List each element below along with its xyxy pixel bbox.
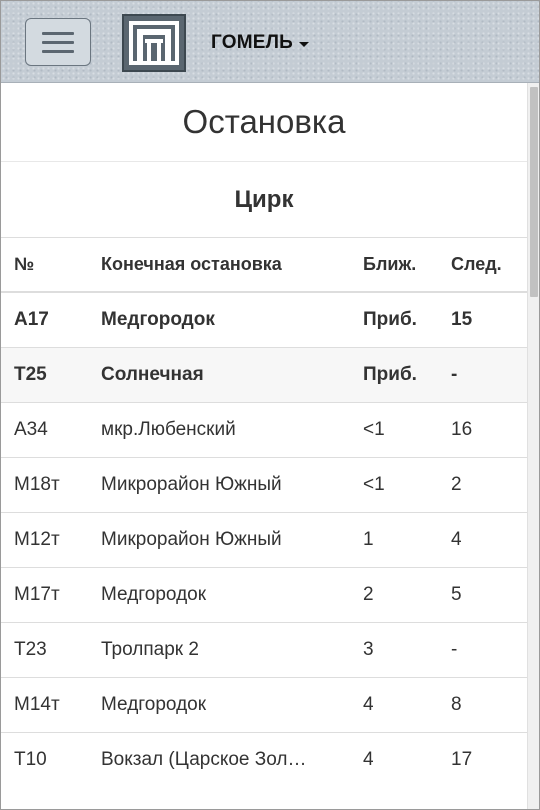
- arrivals-table: № Конечная остановка Ближ. След. А17 Мед…: [1, 238, 527, 787]
- following-arrival: 17: [438, 731, 527, 787]
- route-number: М18т: [1, 456, 88, 512]
- route-number: Т23: [1, 621, 88, 677]
- hamburger-menu-icon: [42, 31, 74, 35]
- top-navbar: ГОМЕЛЬ: [1, 1, 539, 83]
- main-content: Остановка Цирк № Конечная остановка Ближ…: [1, 83, 527, 809]
- hamburger-menu-icon-bar: [42, 40, 74, 44]
- table-header-row: № Конечная остановка Ближ. След.: [1, 238, 527, 293]
- stop-name-heading: Цирк: [1, 162, 527, 238]
- destination: Солнечная: [88, 346, 350, 402]
- table-row[interactable]: М17т Медгородок 2 5: [1, 566, 527, 622]
- following-arrival: 8: [438, 676, 527, 732]
- page-title: Остановка: [1, 83, 527, 162]
- next-arrival: 1: [350, 511, 438, 567]
- scrollbar-thumb[interactable]: [530, 87, 538, 297]
- next-arrival: 4: [350, 676, 438, 732]
- following-arrival: 4: [438, 511, 527, 567]
- next-arrival: 4: [350, 731, 438, 787]
- vertical-scrollbar[interactable]: [527, 83, 539, 809]
- route-number: М12т: [1, 511, 88, 567]
- destination: Вокзал (Царское Зол…: [88, 731, 350, 787]
- following-arrival: 5: [438, 566, 527, 622]
- route-number: М14т: [1, 676, 88, 732]
- destination: Тролпарк 2: [88, 621, 350, 677]
- table-row[interactable]: Т10 Вокзал (Царское Зол… 4 17: [1, 731, 527, 787]
- table-row[interactable]: М14т Медгородок 4 8: [1, 676, 527, 732]
- column-header-next: Ближ.: [350, 238, 438, 293]
- app-frame: ГОМЕЛЬ Остановка Цирк № Конечная останов…: [0, 0, 540, 810]
- table-row[interactable]: А17 Медгородок Приб. 15: [1, 291, 527, 347]
- transport-logo-icon[interactable]: [122, 14, 186, 72]
- column-header-destination: Конечная остановка: [88, 238, 350, 293]
- destination: Медгородок: [88, 566, 350, 622]
- city-selector-dropdown[interactable]: ГОМЕЛЬ: [211, 32, 309, 54]
- next-arrival: Приб.: [350, 291, 438, 347]
- next-arrival: 3: [350, 621, 438, 677]
- destination: мкр.Любенский: [88, 401, 350, 457]
- caret-down-icon: [299, 41, 309, 47]
- following-arrival: 2: [438, 456, 527, 512]
- next-arrival: Приб.: [350, 346, 438, 402]
- following-arrival: -: [438, 621, 527, 677]
- next-arrival: <1: [350, 401, 438, 457]
- route-number: М17т: [1, 566, 88, 622]
- menu-toggle-button[interactable]: [25, 18, 91, 66]
- destination: Микрорайон Южный: [88, 511, 350, 567]
- destination: Медгородок: [88, 676, 350, 732]
- hamburger-menu-icon-bar: [42, 49, 74, 53]
- column-header-route: №: [1, 238, 88, 293]
- column-header-following: След.: [438, 238, 527, 293]
- table-row[interactable]: Т23 Тролпарк 2 3 -: [1, 621, 527, 677]
- destination: Микрорайон Южный: [88, 456, 350, 512]
- city-selector-label: ГОМЕЛЬ: [211, 32, 293, 53]
- route-number: Т25: [1, 346, 88, 402]
- following-arrival: 15: [438, 291, 527, 347]
- table-row[interactable]: М12т Микрорайон Южный 1 4: [1, 511, 527, 567]
- route-number: А17: [1, 291, 88, 347]
- route-number: Т10: [1, 731, 88, 787]
- destination: Медгородок: [88, 291, 350, 347]
- following-arrival: 16: [438, 401, 527, 457]
- next-arrival: <1: [350, 456, 438, 512]
- route-number: А34: [1, 401, 88, 457]
- table-row[interactable]: М18т Микрорайон Южный <1 2: [1, 456, 527, 512]
- following-arrival: -: [438, 346, 527, 402]
- next-arrival: 2: [350, 566, 438, 622]
- table-row[interactable]: А34 мкр.Любенский <1 16: [1, 401, 527, 457]
- table-row[interactable]: Т25 Солнечная Приб. -: [1, 346, 527, 402]
